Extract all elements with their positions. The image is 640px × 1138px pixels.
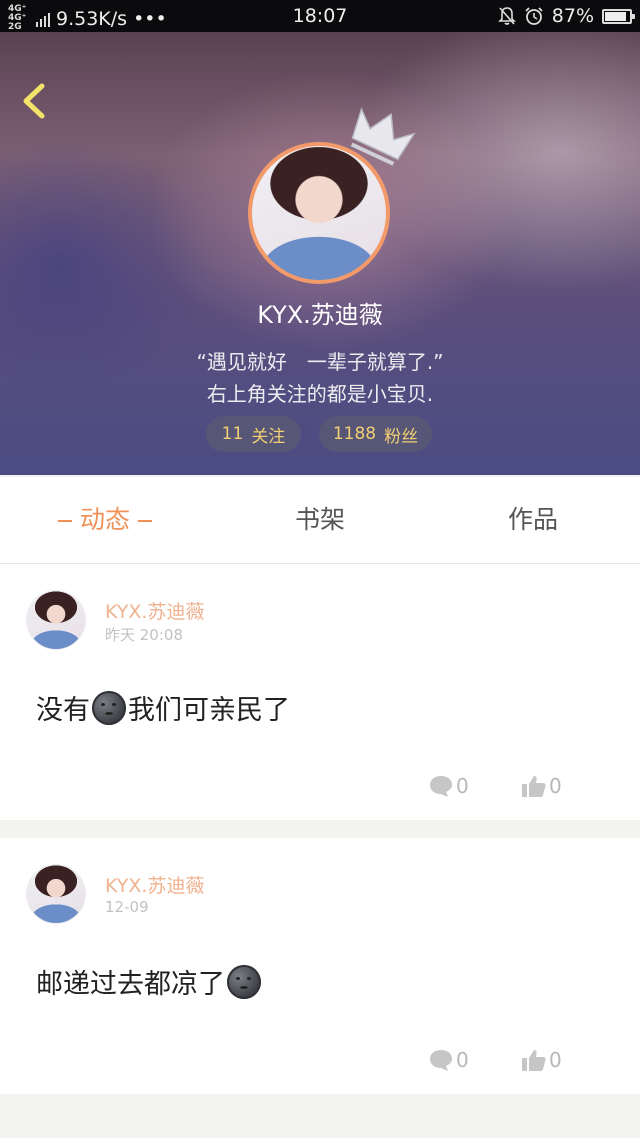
fans-label: 粉丝 [384, 426, 419, 447]
profile-tabs: 动态 书架 作品 [0, 477, 640, 564]
tab-dynamic[interactable]: 动态 [40, 477, 170, 563]
new-moon-face-icon [227, 964, 261, 999]
status-bar: 4G⁺ 4G⁺ 2G 9.53K/s ••• 18:07 87% [0, 0, 640, 32]
following-count-button[interactable]: 11 关注 [206, 416, 301, 452]
tab-bookshelf[interactable]: 书架 [255, 477, 385, 563]
comment-icon [430, 776, 452, 797]
following-count: 11 [221, 424, 244, 444]
comment-button[interactable]: 0 [428, 774, 469, 798]
comment-count: 0 [456, 1048, 469, 1072]
tab-works-label: 作品 [507, 505, 558, 534]
fans-count: 1188 [332, 424, 377, 444]
post-item[interactable]: KYX.苏迪薇 昨天 20:08 没有 我们可亲民了 0 0 [0, 564, 640, 820]
profile-bio-line-1: “遇见就好 一辈子就算了.” [196, 350, 444, 374]
like-button[interactable]: 0 [521, 1048, 562, 1072]
active-dash-left [57, 520, 72, 522]
post-time: 12-09 [105, 898, 149, 916]
following-label: 关注 [251, 426, 286, 447]
post-content: 邮递过去都凉了 [36, 962, 263, 1001]
tab-dynamic-label: 动态 [79, 505, 130, 534]
post-author-name[interactable]: KYX.苏迪薇 [105, 597, 204, 624]
like-button[interactable]: 0 [521, 774, 562, 798]
post-item[interactable]: KYX.苏迪薇 12-09 邮递过去都凉了 0 0 [0, 838, 640, 1094]
post-author-name[interactable]: KYX.苏迪薇 [105, 871, 204, 898]
post-time: 昨天 20:08 [105, 626, 183, 644]
post-text-before: 没有 [36, 695, 90, 726]
profile-avatar-container [248, 107, 416, 284]
profile-username: KYX.苏迪薇 [257, 301, 383, 329]
thumbs-up-icon [522, 1050, 546, 1071]
battery-percent: 87% [551, 5, 594, 27]
back-arrow-icon[interactable] [14, 76, 54, 126]
fans-count-button[interactable]: 1188 粉丝 [319, 416, 432, 452]
comment-icon [430, 1050, 452, 1071]
post-author-avatar[interactable] [26, 590, 86, 650]
like-count: 0 [549, 774, 562, 798]
silent-bell-icon [497, 7, 516, 25]
battery-icon [602, 8, 635, 24]
crown-icon [350, 107, 416, 166]
tab-bookshelf-label: 书架 [294, 505, 345, 534]
like-count: 0 [549, 1048, 562, 1072]
new-moon-face-icon [92, 690, 126, 725]
status-right: 87% [497, 5, 635, 27]
active-dash-right [138, 520, 152, 522]
thumbs-up-icon [522, 776, 546, 797]
tab-works[interactable]: 作品 [468, 477, 598, 563]
comment-button[interactable]: 0 [428, 1048, 469, 1072]
alarm-icon [525, 7, 543, 25]
post-text-before: 邮递过去都凉了 [36, 969, 225, 1000]
post-content: 没有 我们可亲民了 [36, 688, 290, 727]
post-author-avatar[interactable] [26, 864, 86, 924]
profile-bio-line-2: 右上角关注的都是小宝贝. [206, 382, 434, 406]
comment-count: 0 [456, 774, 469, 798]
post-text-after: 我们可亲民了 [128, 695, 290, 726]
profile-header: KYX.苏迪薇 “遇见就好 一辈子就算了.” 右上角关注的都是小宝贝. 11 关… [0, 32, 640, 475]
